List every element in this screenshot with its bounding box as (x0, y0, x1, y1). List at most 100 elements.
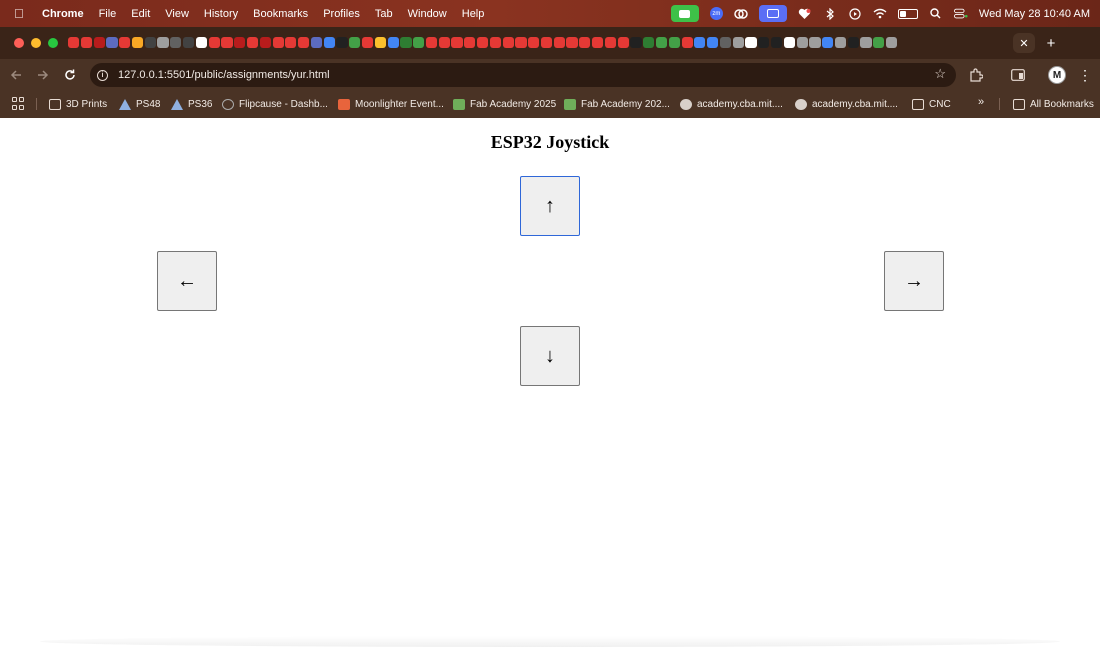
more-bookmarks-chevron-icon[interactable]: » (978, 96, 984, 108)
heart-icon[interactable] (798, 7, 812, 21)
tab-favicon-icon[interactable] (681, 37, 693, 48)
tab-favicon-icon[interactable] (834, 37, 847, 48)
wifi-icon[interactable] (873, 7, 887, 21)
tab-favicon-icon[interactable] (221, 37, 233, 48)
tab-favicon-icon[interactable] (144, 37, 156, 48)
joystick-down-button[interactable]: ↓ (520, 326, 580, 386)
tab-favicon-icon[interactable] (298, 37, 310, 48)
menu-window[interactable]: Window (408, 8, 447, 20)
minimize-window-button[interactable] (31, 38, 41, 48)
bookmark-moonlighter[interactable]: Moonlighter Event... (338, 96, 444, 112)
tab-favicon-icon[interactable] (259, 37, 271, 48)
tab-favicon-icon[interactable] (80, 37, 92, 48)
creative-cloud-icon[interactable] (734, 7, 748, 21)
spotlight-search-icon[interactable] (929, 7, 943, 21)
bluetooth-icon[interactable] (823, 7, 837, 21)
tab-favicon-icon[interactable] (886, 37, 898, 48)
bookmark-cnc[interactable]: CNC (912, 96, 951, 112)
tab-favicon-icon[interactable] (374, 37, 386, 48)
tab-favicon-icon[interactable] (489, 37, 501, 48)
all-bookmarks-folder[interactable]: All Bookmarks (1013, 96, 1094, 112)
close-window-button[interactable] (14, 38, 24, 48)
bookmark-fab-academy-202x[interactable]: Fab Academy 202... (564, 96, 670, 112)
tab-favicon-icon[interactable] (847, 37, 859, 48)
address-bar[interactable]: i 127.0.0.1:5501/public/assignments/yur.… (90, 63, 956, 87)
side-panel-icon[interactable] (1008, 65, 1028, 85)
tab-favicon-icon[interactable] (655, 37, 668, 48)
tab-favicon-icon[interactable] (745, 37, 757, 48)
tab-favicon-icon[interactable] (502, 37, 514, 48)
forward-button[interactable] (33, 65, 53, 85)
close-tab-button[interactable]: ✕ (1013, 33, 1035, 53)
reload-button[interactable] (60, 65, 80, 85)
tab-favicon-icon[interactable] (694, 37, 706, 48)
tab-favicon-icon[interactable] (643, 37, 655, 48)
tab-favicon-icon[interactable] (93, 37, 105, 48)
tab-favicon-icon[interactable] (170, 37, 182, 48)
tab-favicon-icon[interactable] (809, 37, 821, 48)
bookmark-flipcause[interactable]: Flipcause - Dashb... (222, 96, 328, 112)
tab-favicon-icon[interactable] (477, 37, 489, 48)
tab-favicon-icon[interactable] (349, 37, 361, 48)
tab-favicon-icon[interactable] (719, 37, 732, 48)
screen-sharing-icon[interactable] (758, 5, 787, 22)
tab-favicon-icon[interactable] (783, 37, 795, 48)
tab-favicon-icon[interactable] (668, 37, 680, 48)
tab-favicon-icon[interactable] (361, 37, 374, 48)
bookmark-academy-cba-2[interactable]: academy.cba.mit.... (795, 96, 898, 112)
tab-favicon-icon[interactable] (425, 37, 438, 48)
tab-favicon-icon[interactable] (822, 37, 834, 48)
tab-favicon-icon[interactable] (336, 37, 348, 48)
tab-favicon-icon[interactable] (438, 37, 450, 48)
facetime-icon[interactable] (670, 5, 699, 22)
tab-favicon-icon[interactable] (770, 37, 783, 48)
profile-avatar[interactable]: M (1048, 66, 1066, 84)
tab-favicon-icon[interactable] (604, 37, 616, 48)
bookmark-ps48[interactable]: PS48 (119, 96, 160, 112)
chrome-menu-icon[interactable]: ⋮ (1078, 66, 1092, 84)
tab-favicon-icon[interactable] (515, 37, 527, 48)
tab-favicon-icon[interactable] (566, 37, 578, 48)
tab-favicon-icon[interactable] (860, 37, 872, 48)
menu-help[interactable]: Help (462, 8, 485, 20)
tab-favicon-icon[interactable] (579, 37, 591, 48)
menu-edit[interactable]: Edit (131, 8, 150, 20)
extensions-icon[interactable] (966, 65, 986, 85)
tab-favicon-icon[interactable] (464, 37, 476, 48)
menu-bar-clock[interactable]: Wed May 28 10:40 AM (979, 8, 1090, 20)
pinned-tab-favicons[interactable] (68, 37, 1008, 49)
menu-profiles[interactable]: Profiles (323, 8, 360, 20)
menu-tab[interactable]: Tab (375, 8, 393, 20)
tab-favicon-icon[interactable] (285, 37, 297, 48)
tab-favicon-icon[interactable] (310, 37, 323, 48)
tab-favicon-icon[interactable] (400, 37, 412, 48)
tab-favicon-icon[interactable] (732, 37, 744, 48)
bookmark-star-icon[interactable]: ☆ (934, 66, 946, 82)
apple-icon[interactable]:  (14, 7, 28, 20)
tab-favicon-icon[interactable] (451, 37, 463, 48)
back-button[interactable] (6, 65, 26, 85)
bookmark-fab-academy-2025[interactable]: Fab Academy 2025 (453, 96, 556, 112)
control-center-icon[interactable] (953, 7, 968, 21)
new-tab-button[interactable]: + (1043, 33, 1059, 53)
tab-favicon-icon[interactable] (796, 37, 808, 48)
tab-favicon-icon[interactable] (272, 37, 284, 48)
menu-file[interactable]: File (99, 8, 117, 20)
tab-favicon-icon[interactable] (592, 37, 604, 48)
tab-favicon-icon[interactable] (131, 37, 144, 48)
tab-favicon-icon[interactable] (553, 37, 565, 48)
tab-favicon-icon[interactable] (630, 37, 642, 48)
tab-favicon-icon[interactable] (873, 37, 885, 48)
tab-favicon-icon[interactable] (68, 37, 80, 48)
menu-bookmarks[interactable]: Bookmarks (253, 8, 308, 20)
tab-favicon-icon[interactable] (106, 37, 118, 48)
tab-favicon-icon[interactable] (707, 37, 719, 48)
tab-favicon-icon[interactable] (528, 37, 540, 48)
fullscreen-window-button[interactable] (48, 38, 58, 48)
tab-favicon-icon[interactable] (208, 37, 220, 48)
bookmark-ps36[interactable]: PS36 (171, 96, 212, 112)
zoom-icon[interactable]: zm (709, 7, 723, 20)
menu-view[interactable]: View (165, 8, 189, 20)
tab-favicon-icon[interactable] (183, 37, 195, 48)
bookmark-3d-prints[interactable]: 3D Prints (49, 96, 107, 112)
